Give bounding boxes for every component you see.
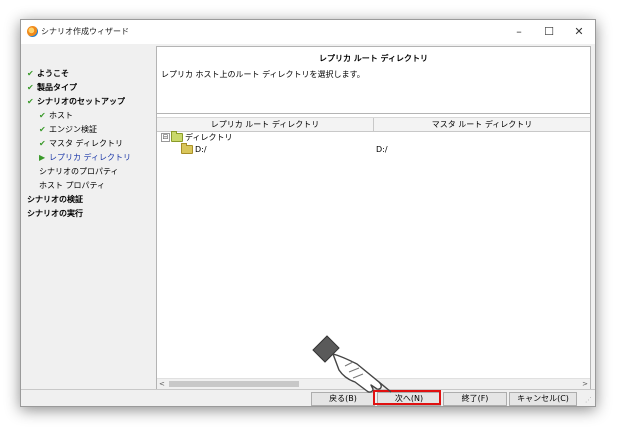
panel-divider [157, 113, 590, 114]
step-label: ようこそ [37, 69, 69, 78]
panel-description: レプリカ ホスト上のルート ディレクトリを選択します。 [161, 70, 365, 79]
title-bar: シナリオ作成ウィザード – ☐ ✕ [21, 20, 595, 44]
step-label: ホスト [49, 111, 73, 120]
scroll-right-icon[interactable]: > [582, 379, 588, 389]
check-icon: ✔ [39, 125, 46, 134]
window-title: シナリオ作成ウィザード [41, 27, 129, 36]
maximize-button[interactable]: ☐ [535, 22, 563, 42]
step-product-type[interactable]: ✔ 製品タイプ [27, 82, 77, 93]
step-replica-directory[interactable]: ▶ レプリカ ディレクトリ [39, 152, 131, 163]
directory-table-header: レプリカ ルート ディレクトリ マスタ ルート ディレクトリ [157, 117, 590, 132]
step-label: ホスト プロパティ [39, 181, 106, 190]
column-header-master[interactable]: マスタ ルート ディレクトリ [374, 118, 590, 131]
step-master-directory[interactable]: ✔ マスタ ディレクトリ [39, 138, 123, 149]
close-button[interactable]: ✕ [565, 22, 593, 42]
back-button[interactable]: 戻る(B) [311, 392, 375, 406]
column-header-replica[interactable]: レプリカ ルート ディレクトリ [157, 118, 374, 131]
replica-directory-value: D:/ [195, 145, 207, 154]
step-scenario-run[interactable]: シナリオの実行 [27, 208, 83, 219]
minimize-button[interactable]: – [505, 22, 533, 42]
scroll-left-icon[interactable]: < [159, 379, 165, 389]
tree-root-row[interactable]: ⊟ ディレクトリ [161, 131, 233, 143]
step-label: シナリオのセットアップ [37, 97, 125, 106]
step-scenario-properties[interactable]: シナリオのプロパティ [39, 166, 119, 177]
tree-row-master-d: D:/ [376, 144, 388, 155]
folder-open-icon [171, 131, 183, 142]
scroll-thumb[interactable] [169, 381, 299, 387]
step-scenario-verify[interactable]: シナリオの検証 [27, 194, 83, 205]
step-host[interactable]: ✔ ホスト [39, 110, 73, 121]
step-welcome[interactable]: ✔ ようこそ [27, 68, 69, 79]
step-label: シナリオの検証 [27, 195, 83, 204]
collapse-icon[interactable]: ⊟ [161, 133, 170, 142]
resize-grip-icon[interactable]: ⋰ [585, 396, 593, 404]
check-icon: ✔ [39, 139, 46, 148]
wizard-steps-sidebar: ✔ ようこそ ✔ 製品タイプ ✔ シナリオのセットアップ ✔ ホスト ✔ エンジン検証 ✔… [21, 44, 154, 389]
step-label: シナリオのプロパティ [39, 167, 119, 176]
cancel-button[interactable]: キャンセル(C) [509, 392, 577, 406]
tree-root-label: ディレクトリ [185, 133, 233, 142]
step-label: 製品タイプ [37, 83, 77, 92]
step-host-properties[interactable]: ホスト プロパティ [39, 180, 105, 191]
panel-title: レプリカ ルート ディレクトリ [318, 54, 428, 63]
step-label: シナリオの実行 [27, 209, 83, 218]
check-icon: ✔ [27, 83, 34, 92]
step-label: マスタ ディレクトリ [49, 139, 123, 148]
hand-pointer-icon [312, 335, 392, 393]
step-engine-verify[interactable]: ✔ エンジン検証 [39, 124, 97, 135]
step-label: レプリカ ディレクトリ [49, 153, 131, 162]
tree-row-replica-d[interactable]: D:/ [181, 143, 207, 155]
folder-icon [181, 143, 193, 154]
check-icon: ✔ [27, 69, 34, 78]
check-icon: ✔ [39, 111, 46, 120]
step-scenario-setup[interactable]: ✔ シナリオのセットアップ [27, 96, 125, 107]
current-step-arrow-icon: ▶ [39, 153, 46, 162]
check-icon: ✔ [27, 97, 34, 106]
master-directory-value: D:/ [376, 145, 388, 154]
step-label: エンジン検証 [49, 125, 97, 134]
app-icon [27, 26, 38, 37]
finish-button[interactable]: 終了(F) [443, 392, 507, 406]
